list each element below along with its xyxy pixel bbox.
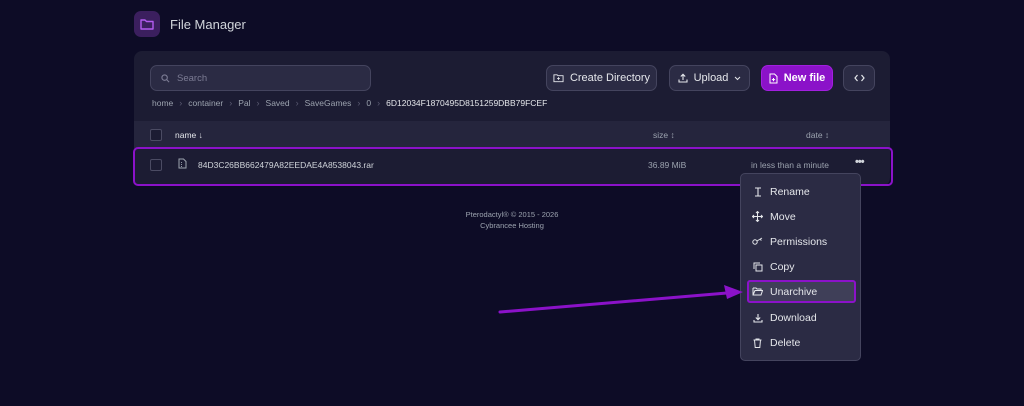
pointer-arrow	[498, 285, 743, 314]
